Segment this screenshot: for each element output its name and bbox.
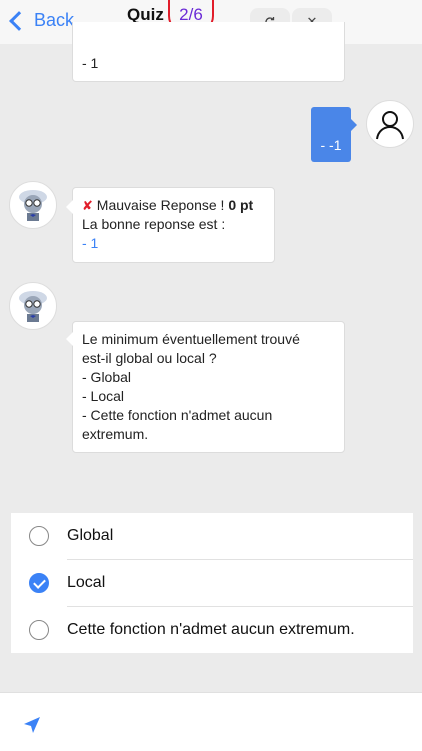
option-local[interactable]: Local bbox=[11, 560, 413, 606]
previous-question-bubble: - 1 bbox=[72, 22, 345, 82]
radio-checked-icon[interactable] bbox=[29, 573, 49, 593]
professor-icon bbox=[19, 291, 47, 322]
send-icon[interactable] bbox=[22, 715, 42, 735]
composer-bar bbox=[0, 692, 422, 751]
feedback-verdict: ✘ Mauvaise Reponse ! 0 pt bbox=[82, 196, 265, 215]
question-line: - Local bbox=[82, 388, 125, 404]
correct-answer-link[interactable]: - 1 bbox=[82, 234, 265, 253]
feedback-correct-label: La bonne reponse est : bbox=[82, 216, 226, 232]
user-answer-bubble: - -1 bbox=[311, 107, 357, 162]
user-answer-text: - -1 bbox=[320, 137, 342, 153]
user-avatar bbox=[366, 100, 414, 148]
answer-options: Global Local Cette fonction n'admet aucu… bbox=[11, 513, 413, 653]
bot-avatar bbox=[9, 282, 57, 330]
question-line: est-il global ou local ? bbox=[82, 350, 217, 366]
bot-avatar bbox=[9, 181, 57, 229]
radio-unchecked-icon[interactable] bbox=[29, 526, 49, 546]
chevron-left-icon bbox=[9, 10, 29, 31]
question-line: - Global bbox=[82, 369, 132, 385]
verdict-score: 0 pt bbox=[228, 197, 254, 213]
option-no-extremum[interactable]: Cette fonction n'admet aucun extremum. bbox=[11, 607, 413, 653]
question-line: Le minimum éventuellement trouvé bbox=[82, 331, 300, 347]
back-button[interactable]: Back bbox=[8, 10, 74, 31]
option-label: Cette fonction n'admet aucun extremum. bbox=[67, 621, 355, 638]
radio-unchecked-icon[interactable] bbox=[29, 620, 49, 640]
feedback-bubble: ✘ Mauvaise Reponse ! 0 pt La bonne repon… bbox=[66, 187, 275, 263]
option-label: Local bbox=[67, 574, 106, 591]
previous-question-text: - 1 bbox=[82, 55, 99, 71]
back-label: Back bbox=[34, 10, 75, 30]
option-label: Global bbox=[67, 527, 114, 544]
verdict-text: Mauvaise Reponse ! bbox=[96, 197, 229, 213]
option-global[interactable]: Global bbox=[11, 513, 413, 559]
user-icon bbox=[376, 111, 404, 140]
professor-icon bbox=[19, 190, 47, 221]
question-line: - Cette fonction n'admet aucun bbox=[82, 407, 273, 423]
question-bubble: Le minimum éventuellement trouvé est-il … bbox=[66, 321, 345, 453]
wrong-mark-icon: ✘ bbox=[82, 198, 93, 213]
question-line: extremum. bbox=[82, 426, 149, 442]
